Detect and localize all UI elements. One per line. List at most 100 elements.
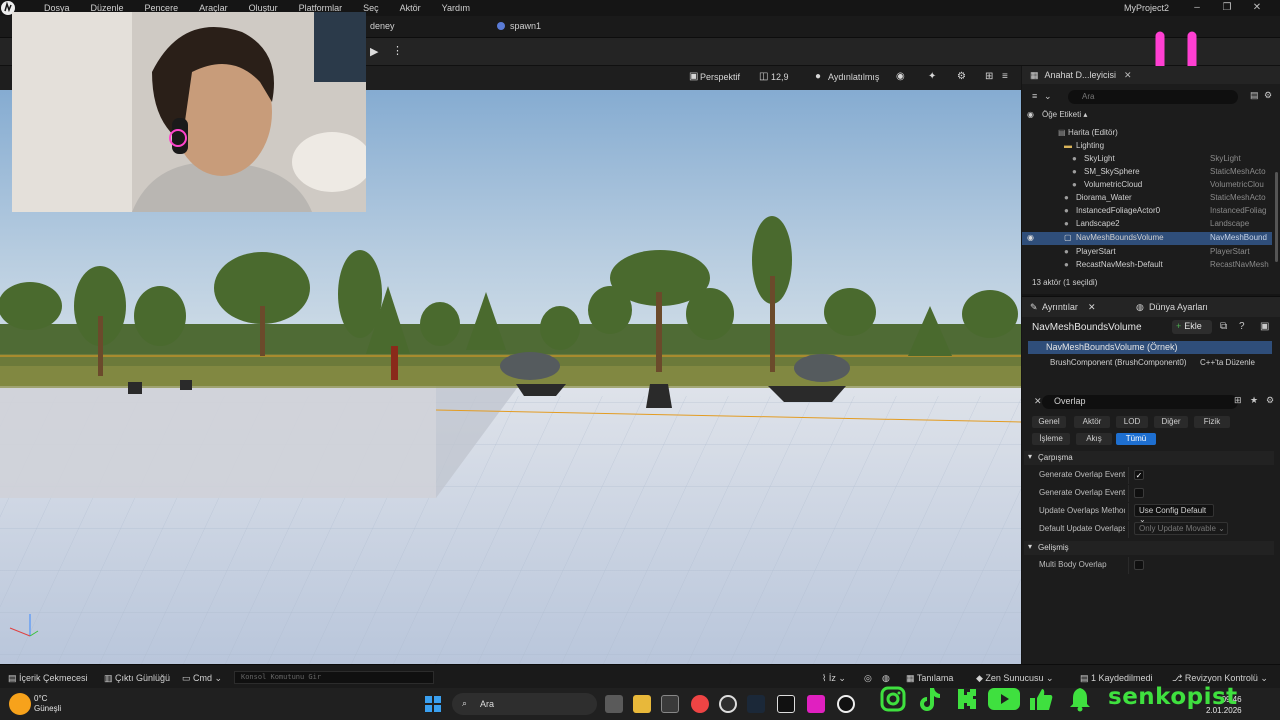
cmd-dropdown[interactable]: ▭ Cmd ⌄ <box>182 673 222 684</box>
default-update-overlaps-dropdown[interactable]: Only Update Movable ⌄ <box>1134 522 1228 535</box>
outliner-row-map[interactable]: ▤ Harita (Editör) <box>1022 127 1272 140</box>
content-drawer-button[interactable]: ▤ İçerik Çekmecesi <box>8 673 88 684</box>
update-overlaps-method-dropdown[interactable]: Use Config Default ⌄ <box>1134 504 1214 524</box>
details-search-input[interactable]: Overlap <box>1042 395 1238 409</box>
outliner-row-selected[interactable]: ◉ ▢ NavMeshBoundsVolume NavMeshBound <box>1022 232 1272 245</box>
chrome-icon[interactable] <box>691 695 709 713</box>
more-options-icon[interactable]: ⋮ <box>392 44 403 57</box>
multi-body-overlap-checkbox[interactable] <box>1134 560 1144 570</box>
record-icon[interactable]: ◎ <box>864 673 872 684</box>
revision-control-button[interactable]: ⎇ Revizyon Kontrolü ⌄ <box>1172 673 1268 684</box>
filter-other-button[interactable]: Diğer <box>1154 416 1188 428</box>
console-command-input[interactable]: Konsol Komutunu Gir <box>234 671 434 684</box>
add-folder-icon[interactable]: ▤ <box>1250 90 1259 101</box>
actor-name-field[interactable]: NavMeshBoundsVolume <box>1032 322 1142 333</box>
unsaved-button[interactable]: ▤ 1 Kaydedilmedi <box>1080 673 1153 684</box>
camera-icon[interactable]: ▣ <box>689 71 698 82</box>
outliner-scrollbar[interactable] <box>1275 172 1278 262</box>
trace-button[interactable]: ⌇ İz ⌄ <box>822 673 846 684</box>
outliner-row-actor[interactable]: ● InstancedFoliageActor0 InstancedFoliag <box>1022 205 1272 218</box>
outliner-row-actor[interactable]: ● PlayerStart PlayerStart <box>1022 246 1272 259</box>
add-component-button[interactable]: + Ekle <box>1172 320 1212 334</box>
tab-deney[interactable]: deney <box>370 21 395 31</box>
filter-all-button[interactable]: Tümü <box>1116 433 1156 445</box>
edit-in-cpp-link[interactable]: C++'ta Düzenle <box>1200 358 1255 367</box>
derived-data-button[interactable]: ▦ Tanılama <box>906 673 953 684</box>
filter-streaming-button[interactable]: Akış <box>1076 433 1112 445</box>
store-icon[interactable] <box>661 695 679 713</box>
pause-icon[interactable]: ◍ <box>882 673 890 684</box>
taskbar-search-input[interactable]: ⌕ Ara <box>452 693 597 715</box>
outliner-row-actor[interactable]: ● VolumetricCloud VolumetricClou <box>1022 179 1272 192</box>
filter-general-button[interactable]: Genel <box>1032 416 1066 428</box>
visibility-eye-icon[interactable]: ◉ <box>1027 233 1034 242</box>
menu-item-help[interactable]: Yardım <box>442 3 470 13</box>
outliner-row-actor[interactable]: ● SM_SkySphere StaticMeshActo <box>1022 166 1272 179</box>
tab-details[interactable]: Ayrıntılar <box>1042 302 1078 312</box>
menu-item-actor[interactable]: Aktör <box>400 3 421 13</box>
lighting-dropdown[interactable]: Aydınlatılmış <box>828 72 879 82</box>
lock-icon[interactable]: ▣ <box>1260 321 1269 332</box>
transform-icon[interactable]: ✦ <box>928 71 936 82</box>
outliner-icon: ▦ <box>1030 69 1039 80</box>
minimize-icon[interactable]: – <box>1182 2 1212 13</box>
file-explorer-icon[interactable] <box>633 695 651 713</box>
close-icon[interactable]: ✕ <box>1242 2 1272 13</box>
restore-icon[interactable]: ❐ <box>1212 2 1242 13</box>
output-log-button[interactable]: ▥ Çıktı Günlüğü <box>104 673 170 684</box>
weather-widget[interactable]: 0°C Güneşli <box>34 694 61 714</box>
tab-world-settings[interactable]: Dünya Ayarları <box>1149 302 1208 312</box>
filter-actor-button[interactable]: Aktör <box>1074 416 1110 428</box>
row-type: Landscape <box>1210 219 1250 228</box>
show-flags-eye-icon[interactable]: ◉ <box>896 71 905 82</box>
chevron-down-icon[interactable]: ⌄ <box>1044 91 1052 102</box>
generate-overlap-events-checkbox[interactable]: ✓ <box>1134 470 1144 480</box>
grid-layout-icon[interactable]: ⊞ <box>985 71 993 82</box>
outliner-row-actor[interactable]: ● RecastNavMesh-Default RecastNavMesh <box>1022 259 1272 272</box>
task-view-icon[interactable] <box>605 695 623 713</box>
outliner-row-actor[interactable]: ● Landscape2 Landscape <box>1022 218 1272 231</box>
details-settings-gear-icon[interactable]: ⚙ <box>1266 395 1274 406</box>
blueprint-icon[interactable]: ⧉ <box>1220 321 1227 332</box>
windows-start-icon[interactable] <box>425 696 441 712</box>
close-icon[interactable]: ✕ <box>1124 70 1132 81</box>
lit-icon[interactable]: ● <box>815 71 821 82</box>
steam-icon[interactable] <box>747 695 765 713</box>
filter-physics-button[interactable]: Fizik <box>1194 416 1230 428</box>
row-name: RecastNavMesh-Default <box>1076 260 1163 269</box>
menu-icon[interactable]: ≡ <box>1002 71 1008 82</box>
favorite-star-icon[interactable]: ★ <box>1250 395 1258 406</box>
github-desktop-icon[interactable] <box>719 695 737 713</box>
section-advanced[interactable]: ▾ Gelişmiş <box>1024 541 1274 555</box>
filter-icon[interactable]: ≡ <box>1032 91 1037 101</box>
filter-lod-button[interactable]: LOD <box>1116 416 1148 428</box>
divider <box>1128 521 1129 538</box>
tab-spawn1[interactable]: spawn1 <box>497 21 541 31</box>
filter-rendering-button[interactable]: İşleme <box>1032 433 1070 445</box>
clear-filter-icon[interactable]: ✕ <box>1034 396 1042 407</box>
media-player-icon[interactable] <box>807 695 825 713</box>
settings-gear-icon[interactable]: ⚙ <box>957 71 966 82</box>
help-icon[interactable]: ? <box>1239 321 1245 332</box>
epic-games-icon[interactable] <box>777 695 795 713</box>
component-root-item[interactable]: NavMeshBoundsVolume (Örnek) <box>1028 341 1272 354</box>
weather-sun-icon[interactable] <box>9 693 31 715</box>
outliner-row-actor[interactable]: ● Diorama_Water StaticMeshActo <box>1022 192 1272 205</box>
outliner-settings-gear-icon[interactable]: ⚙ <box>1264 90 1272 101</box>
outliner-title[interactable]: Anahat D...leyicisi <box>1045 70 1117 80</box>
zen-server-button[interactable]: ◆ Zen Sunucusu ⌄ <box>976 673 1054 684</box>
outliner-column-header[interactable]: ◉ Öğe Etiketi ▴ <box>1022 110 1280 124</box>
close-icon[interactable]: ✕ <box>1088 302 1096 313</box>
fov-value[interactable]: 12,9 <box>771 72 789 82</box>
fov-icon[interactable]: ◫ <box>759 71 768 82</box>
outliner-row-folder[interactable]: ▬ Lighting <box>1022 140 1272 153</box>
table-view-icon[interactable]: ⊞ <box>1234 395 1242 406</box>
outliner-search-input[interactable]: Ara <box>1068 90 1238 104</box>
component-child-item[interactable]: BrushComponent (BrushComponent0) <box>1050 358 1187 367</box>
perspective-dropdown[interactable]: Perspektif <box>700 72 740 82</box>
play-icon[interactable]: ▶ <box>370 45 378 58</box>
outliner-row-actor[interactable]: ● SkyLight SkyLight <box>1022 153 1272 166</box>
unreal-engine-icon[interactable] <box>837 695 855 713</box>
generate-overlap-streaming-checkbox[interactable] <box>1134 488 1144 498</box>
section-collision[interactable]: ▾ Çarpışma <box>1024 451 1274 465</box>
